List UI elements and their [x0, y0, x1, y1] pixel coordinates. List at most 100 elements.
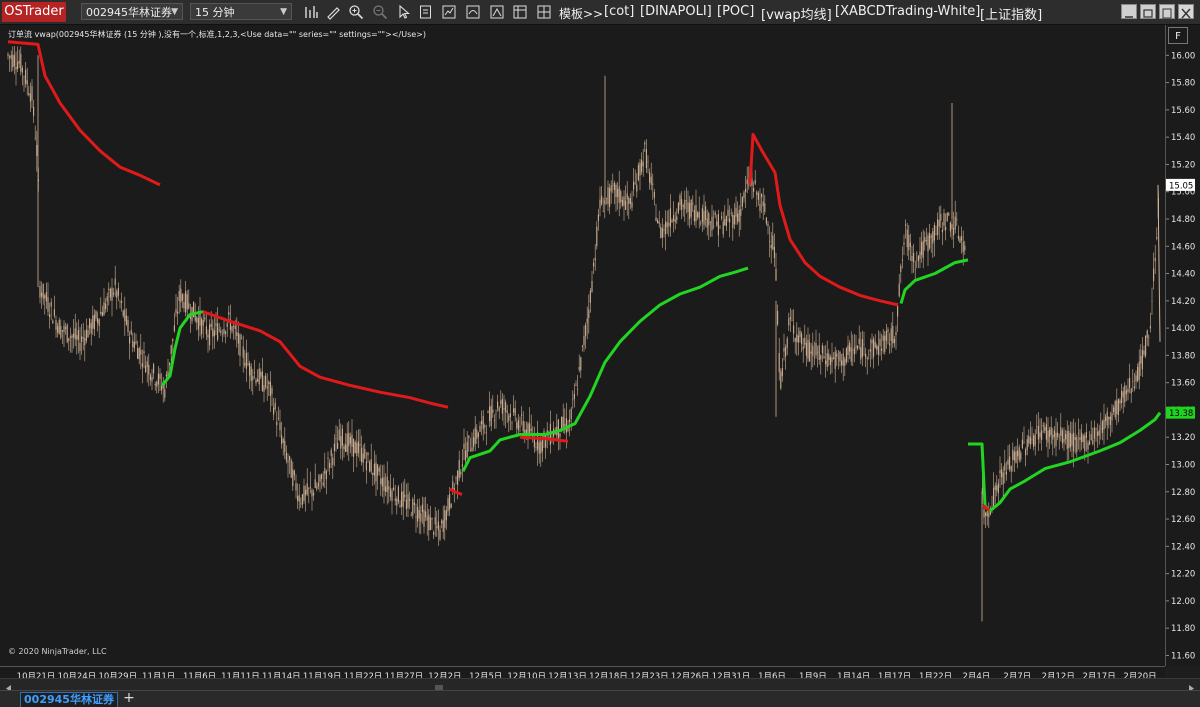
strategy-icon[interactable] — [441, 4, 457, 20]
candle-body — [197, 317, 199, 330]
candle-body — [868, 354, 870, 355]
candle-body — [73, 333, 75, 338]
chevron-down-icon: ▼ — [280, 7, 287, 17]
cursor-icon[interactable] — [396, 4, 412, 20]
tag-xabcd[interactable]: [XABCDTrading-White] — [835, 4, 980, 19]
template-menu[interactable]: 模板>> — [559, 5, 603, 22]
candle-body — [628, 198, 630, 205]
candle-body — [301, 494, 303, 505]
candle-body — [151, 377, 153, 382]
candle-body — [735, 207, 737, 217]
candle-body — [625, 200, 627, 210]
candle-body — [1047, 430, 1049, 443]
candle-body — [1049, 429, 1051, 437]
candle-body — [535, 447, 537, 448]
candle-body — [241, 338, 243, 340]
indicator-icon[interactable] — [465, 4, 481, 20]
candle-body — [226, 322, 228, 327]
candle-body — [335, 438, 337, 440]
candle-body — [1028, 435, 1030, 444]
bar-style-icon[interactable] — [303, 4, 319, 20]
candle-body — [809, 342, 811, 362]
candle-body — [932, 231, 934, 244]
candle-body — [847, 345, 849, 355]
candle-body — [324, 468, 326, 474]
candle-body — [719, 227, 721, 229]
tab-instrument[interactable]: 002945华林证券 — [20, 692, 118, 707]
candle-body — [946, 213, 948, 222]
tag-cot[interactable]: [cot] — [604, 4, 634, 19]
tag-shanghai-index[interactable]: [上证指数] — [980, 4, 1042, 23]
candle-body — [956, 219, 958, 221]
grid-icon[interactable] — [536, 4, 552, 20]
candle-body — [1037, 426, 1039, 440]
candle-body — [1146, 330, 1148, 338]
candle-body — [1103, 419, 1105, 430]
zoom-out-icon[interactable] — [372, 4, 388, 20]
add-tab-button[interactable]: + — [122, 691, 136, 705]
candle-body — [730, 212, 732, 214]
data-box-icon[interactable] — [512, 4, 528, 20]
candle-body — [605, 197, 607, 199]
candle-body — [34, 137, 36, 139]
candle-body — [1079, 437, 1081, 441]
template-icon[interactable] — [489, 4, 505, 20]
candle-body — [407, 494, 409, 508]
price-tick-label: 15.60 — [1171, 106, 1195, 116]
instrument-selector[interactable]: 002945华林证券 ▼ — [81, 3, 183, 20]
candle-body — [1074, 437, 1076, 440]
candle-body — [26, 80, 28, 85]
candle-body — [993, 487, 995, 507]
brand-button[interactable]: OSTrader — [2, 2, 66, 22]
candle-body — [506, 410, 508, 413]
draw-tool-icon[interactable] — [325, 4, 341, 20]
candle-body — [493, 420, 495, 421]
zoom-in-icon[interactable] — [348, 4, 364, 20]
candle-body — [279, 422, 281, 431]
candle-body — [418, 510, 420, 519]
f-button[interactable]: F — [1168, 27, 1188, 44]
candle-body — [609, 188, 611, 207]
candle-body — [431, 518, 433, 520]
candle-body — [897, 305, 899, 317]
interval-selector[interactable]: 15 分钟 ▼ — [190, 3, 292, 20]
candle-body — [756, 191, 758, 195]
candle-body — [149, 375, 151, 381]
candle-body — [63, 325, 65, 332]
price-plot[interactable] — [0, 25, 1165, 666]
price-tick-label: 11.60 — [1171, 651, 1195, 661]
candle-body — [77, 329, 79, 340]
candle-body — [23, 76, 25, 78]
candle-body — [124, 309, 126, 322]
properties-icon[interactable] — [418, 4, 434, 20]
maximize-button[interactable] — [1140, 4, 1156, 19]
candle-body — [893, 338, 895, 344]
candle-body — [1017, 450, 1019, 457]
tag-dinapoli[interactable]: [DINAPOLI] — [640, 4, 712, 19]
price-axis[interactable]: 16.00 15.80 15.60 15.40 15.20 15.00 14.80 14.60… — [1165, 25, 1200, 666]
candle-body — [276, 421, 278, 426]
chart-panel[interactable] — [0, 25, 1165, 666]
candle-body — [209, 324, 211, 346]
tag-poc[interactable]: [POC] — [717, 4, 754, 19]
candle-body — [45, 292, 47, 302]
close-button[interactable] — [1178, 4, 1194, 19]
candle-body — [901, 259, 903, 261]
candle-body — [1108, 416, 1110, 420]
candle-body — [255, 379, 257, 384]
restore-button[interactable] — [1159, 4, 1175, 19]
candle-body — [293, 470, 295, 476]
candle-body — [845, 348, 847, 362]
candle-body — [636, 184, 638, 192]
candle-body — [329, 462, 331, 468]
candle-body — [658, 221, 660, 224]
candle-body — [821, 345, 823, 354]
tag-vwap[interactable]: [vwap均线] — [761, 4, 832, 23]
minimize-button[interactable] — [1121, 4, 1137, 19]
candle-body — [268, 381, 270, 385]
candle-body — [754, 180, 756, 184]
candle-body — [1113, 407, 1115, 412]
vwap-segment-up — [461, 266, 749, 472]
candle-body — [866, 357, 868, 360]
candle-body — [879, 339, 881, 346]
